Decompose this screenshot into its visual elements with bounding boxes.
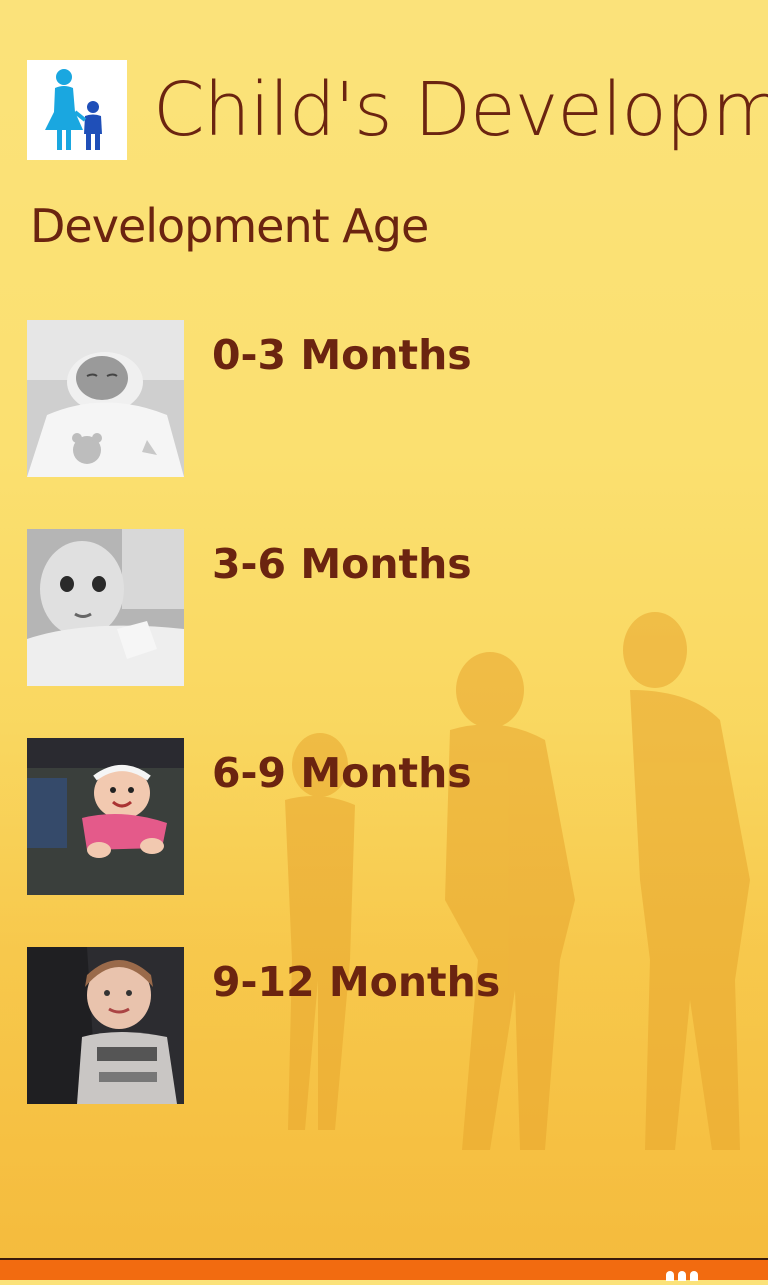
ellipsis-icon[interactable] (662, 1266, 698, 1285)
list-item-3-6-months[interactable]: 3-6 Months (27, 529, 727, 686)
age-label: 6-9 Months (212, 749, 472, 797)
infant-lying-photo (27, 529, 184, 686)
age-list: 0-3 Months 3-6 Months 6-9 Months 9-12 Mo… (27, 320, 727, 1156)
app-title: Child's Development (153, 67, 768, 153)
age-label: 0-3 Months (212, 331, 472, 379)
parent-child-icon (27, 60, 127, 160)
age-label: 9-12 Months (212, 958, 501, 1006)
app-header: Child's Development (27, 60, 768, 160)
age-label: 3-6 Months (212, 540, 472, 588)
list-item-0-3-months[interactable]: 0-3 Months (27, 320, 727, 477)
list-item-9-12-months[interactable]: 9-12 Months (27, 947, 727, 1104)
crawling-baby-photo (27, 738, 184, 895)
list-item-6-9-months[interactable]: 6-9 Months (27, 738, 727, 895)
sleeping-newborn-photo (27, 320, 184, 477)
page-title: Development Age (30, 199, 429, 253)
toddler-car-seat-photo (27, 947, 184, 1104)
app-bar[interactable] (0, 1258, 768, 1281)
